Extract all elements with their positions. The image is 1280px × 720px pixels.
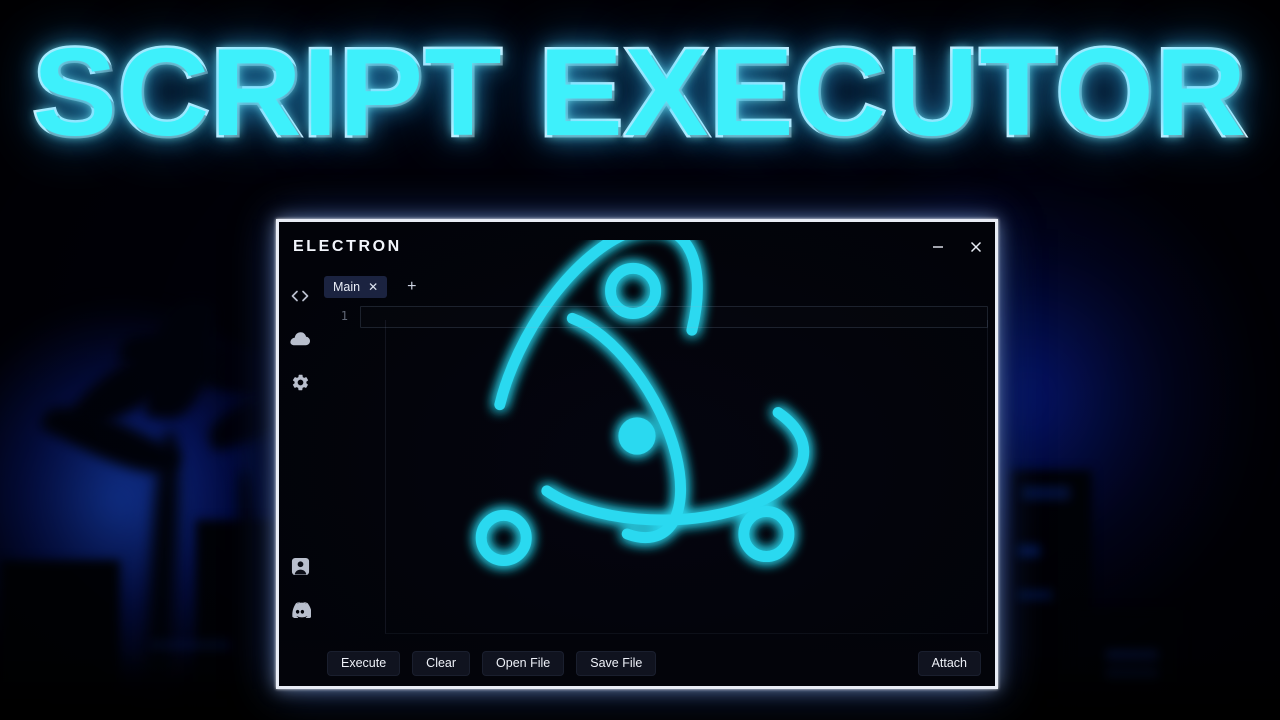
user-account-icon[interactable] — [283, 546, 317, 586]
editor-panel: Main ✕ + 1 — [321, 272, 995, 640]
clear-button[interactable]: Clear — [412, 650, 471, 676]
page-title: SCRIPT EXECUTOR — [30, 24, 1249, 162]
code-editor[interactable]: 1 — [321, 302, 995, 640]
screen: SCRIPT EXECUTOR ELECTRON Main ✕ + 1 Exec… — [0, 0, 1280, 720]
gear-icon[interactable] — [283, 362, 317, 402]
code-input-area[interactable] — [357, 302, 995, 640]
tab-bar: Main ✕ + — [321, 272, 995, 302]
close-icon[interactable] — [957, 230, 995, 264]
cloud-icon[interactable] — [283, 319, 317, 359]
attach-button[interactable]: Attach — [917, 650, 981, 676]
line-number: 1 — [340, 309, 348, 323]
code-area-frame — [385, 320, 988, 634]
save-file-button[interactable]: Save File — [576, 650, 657, 676]
tab-main[interactable]: Main ✕ — [324, 276, 388, 298]
line-number-gutter: 1 — [321, 302, 357, 640]
tab-close-icon[interactable]: ✕ — [368, 281, 378, 293]
tab-label: Main — [333, 280, 361, 294]
add-tab-button[interactable]: + — [401, 279, 422, 295]
window-body: Main ✕ + 1 — [279, 272, 995, 640]
app-window: ELECTRON Main ✕ + 1 Execute Clear Open F… — [276, 219, 998, 689]
window-title-bar: ELECTRON — [279, 222, 995, 272]
app-title: ELECTRON — [293, 238, 402, 255]
active-line-highlight — [360, 306, 988, 328]
window-controls — [919, 222, 995, 272]
action-bar: Execute Clear Open File Save File Attach — [279, 640, 995, 686]
open-file-button[interactable]: Open File — [482, 650, 565, 676]
discord-icon[interactable] — [283, 589, 317, 629]
code-brackets-icon[interactable] — [283, 276, 317, 316]
sidebar — [279, 272, 321, 640]
execute-button[interactable]: Execute — [327, 650, 401, 676]
minimize-icon[interactable] — [919, 230, 957, 264]
